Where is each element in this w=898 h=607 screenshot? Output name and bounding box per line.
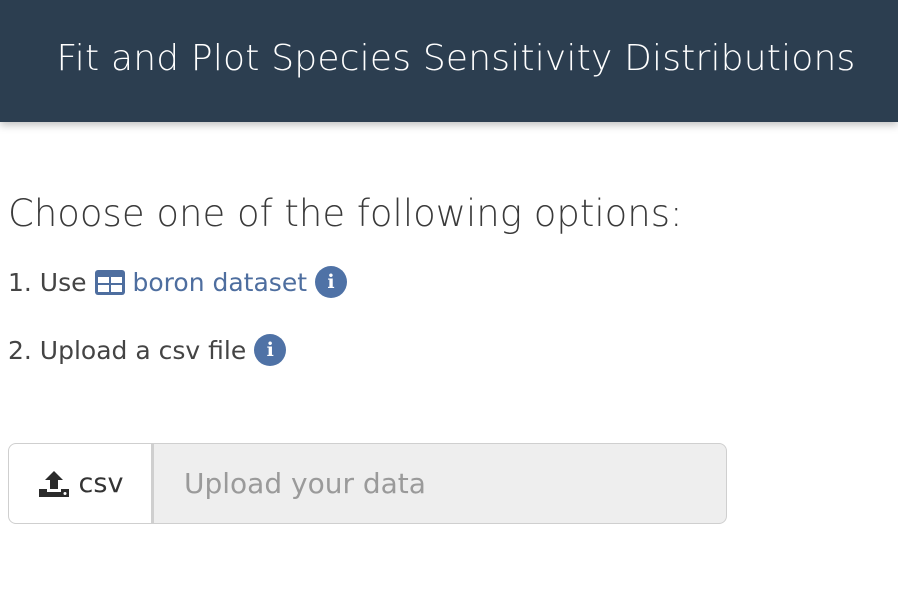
- option-upload-csv: 2. Upload a csv file i: [8, 334, 287, 366]
- upload-filename-field[interactable]: Upload your data: [152, 443, 727, 524]
- option-2-label: 2. Upload a csv file: [8, 335, 247, 365]
- table-icon: [94, 269, 125, 295]
- option-1-label: 1. Use: [8, 267, 87, 297]
- file-upload-group: csv Upload your data: [8, 443, 727, 524]
- upload-icon: [38, 470, 69, 497]
- upload-button-label: csv: [78, 468, 124, 499]
- upload-csv-button[interactable]: csv: [8, 443, 152, 524]
- page-heading: Choose one of the following options:: [8, 192, 683, 235]
- navbar: Fit and Plot Species Sensitivity Distrib…: [0, 0, 898, 122]
- boron-dataset-link-label: boron dataset: [132, 267, 308, 297]
- info-icon[interactable]: i: [315, 266, 348, 298]
- app-title: Fit and Plot Species Sensitivity Distrib…: [56, 38, 856, 79]
- boron-dataset-link[interactable]: boron dataset: [94, 267, 308, 297]
- option-use-dataset: 1. Use boron dataset i: [8, 266, 348, 298]
- info-icon[interactable]: i: [254, 334, 287, 366]
